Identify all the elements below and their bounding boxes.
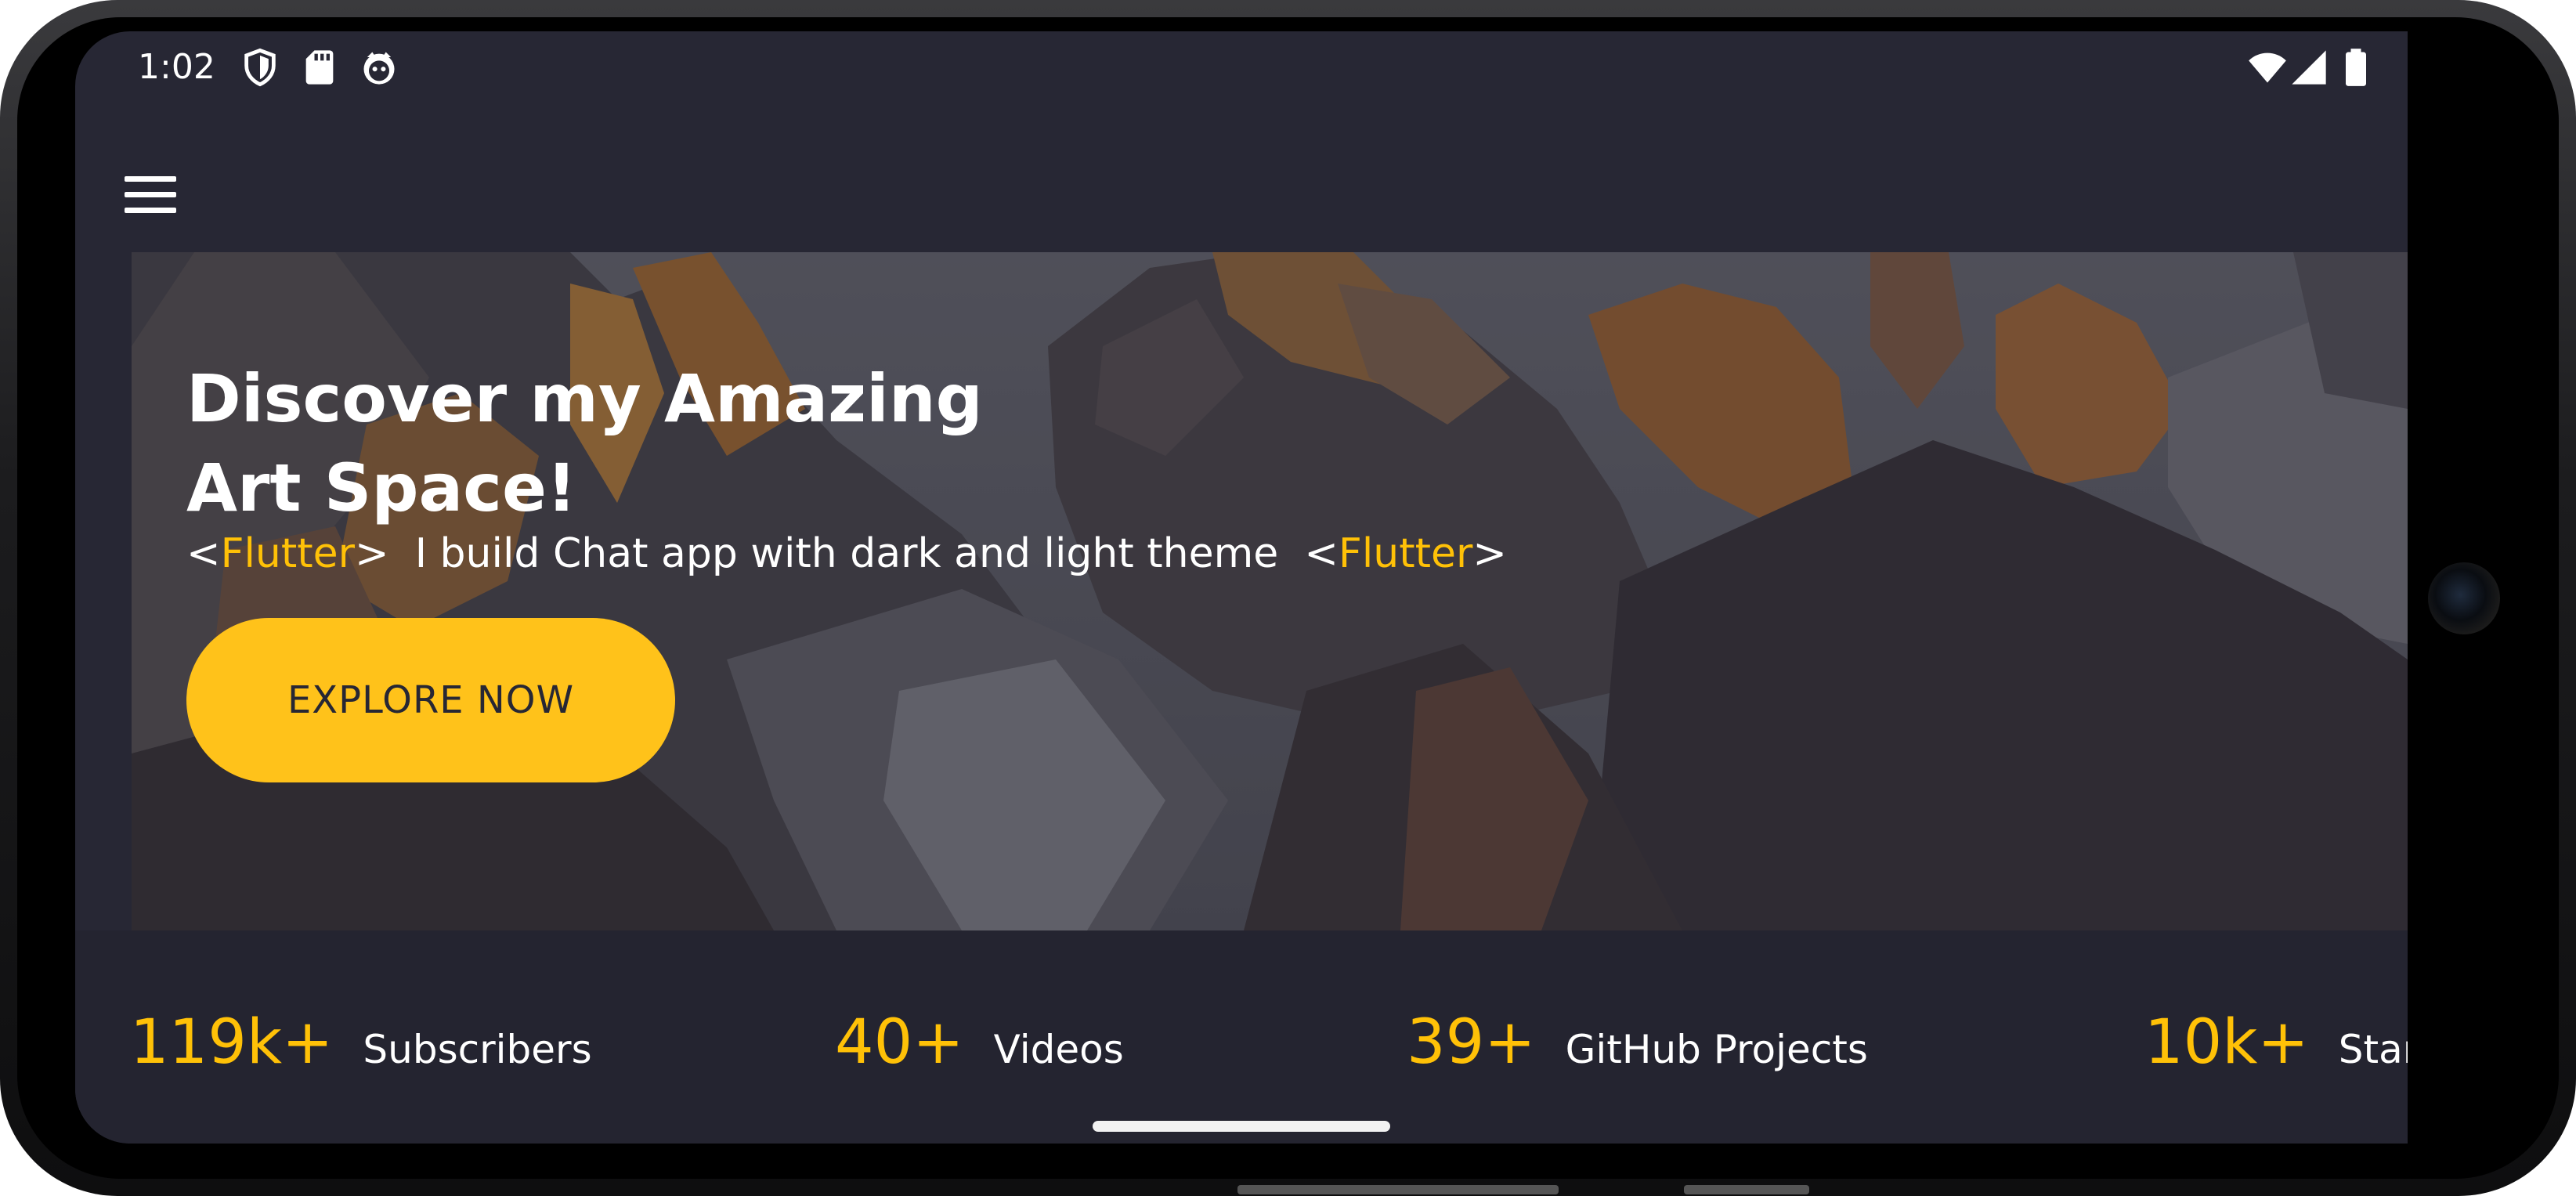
bracket-close: > (355, 530, 389, 577)
stat-value: 39+ (1407, 1007, 1536, 1078)
stat-label: Subscribers (363, 1027, 592, 1072)
status-bar: 1:02 (75, 31, 2408, 103)
stat-value: 40+ (835, 1007, 964, 1078)
stat-stars: 10k+ Stars (2144, 1007, 2408, 1078)
front-camera (2428, 562, 2500, 634)
hero-banner: Discover my Amazing Art Space! <Flutter>… (132, 252, 2408, 930)
shield-icon (244, 48, 276, 87)
stat-videos: 40+ Videos (835, 1007, 1124, 1078)
bracket-close: > (1472, 530, 1507, 577)
menu-icon[interactable] (122, 176, 179, 223)
stat-subscribers: 119k+ Subscribers (130, 1007, 592, 1078)
stat-value: 10k+ (2144, 1007, 2309, 1078)
hero-title-line2: Art Space! (186, 450, 577, 526)
face-icon (363, 52, 395, 85)
signal-icon (2292, 50, 2326, 85)
bracket-open: < (186, 530, 221, 577)
status-time: 1:02 (138, 47, 215, 87)
device-button (1684, 1185, 1809, 1194)
stat-github-projects: 39+ GitHub Projects (1407, 1007, 1868, 1078)
stat-value: 119k+ (130, 1007, 334, 1078)
flutter-tag-right: Flutter (1338, 530, 1473, 577)
home-indicator[interactable] (1093, 1121, 1390, 1132)
stat-label: GitHub Projects (1565, 1027, 1868, 1072)
subtitle-text: I build Chat app with dark and light the… (414, 530, 1279, 577)
hero-subtitle: <Flutter> I build Chat app with dark and… (186, 530, 1507, 577)
stats-bar: 119k+ Subscribers 40+ Videos 39+ GitHub … (75, 930, 2408, 1144)
app-screen: 1:02 Discover my Amazing Art Space! <Flu… (75, 31, 2408, 1144)
device-frame: 1:02 Discover my Amazing Art Space! <Flu… (0, 0, 2576, 1196)
battery-icon (2346, 49, 2366, 86)
hero-title: Discover my Amazing Art Space! (186, 354, 1126, 533)
hero-title-line1: Discover my Amazing (186, 360, 983, 437)
flutter-tag-left: Flutter (220, 530, 356, 577)
stat-label: Stars (2338, 1027, 2408, 1072)
sd-card-icon (305, 50, 334, 85)
stat-label: Videos (993, 1027, 1124, 1072)
bracket-open: < (1304, 530, 1339, 577)
wifi-icon (2249, 52, 2286, 83)
device-button (1237, 1185, 1559, 1194)
explore-now-button[interactable]: EXPLORE NOW (186, 618, 675, 782)
